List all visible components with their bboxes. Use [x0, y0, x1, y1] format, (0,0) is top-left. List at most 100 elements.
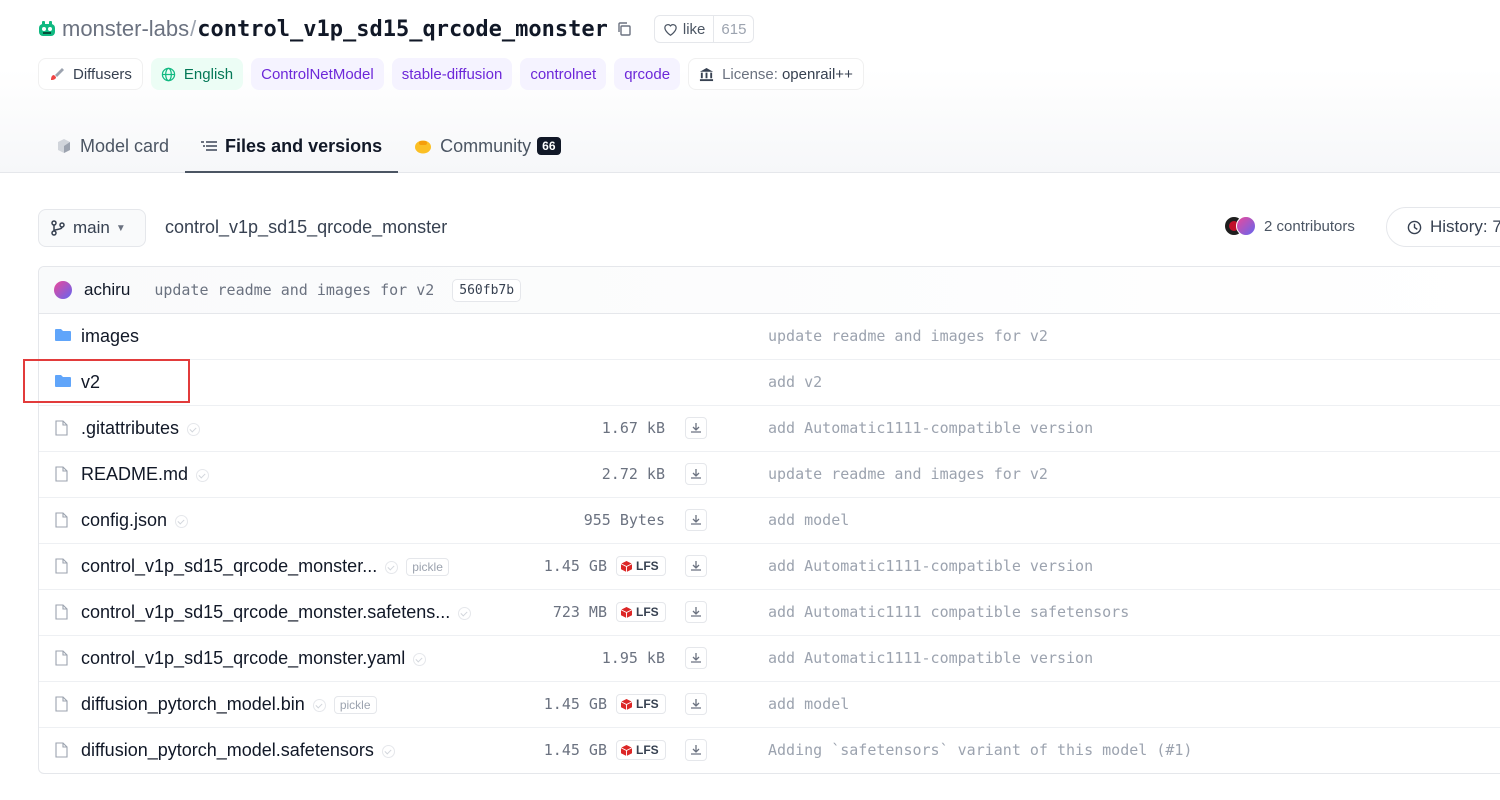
lfs-badge: LFS: [616, 602, 666, 622]
tag-controlnet[interactable]: controlnet: [520, 58, 607, 90]
file-name[interactable]: v2: [81, 372, 100, 393]
lfs-icon: [621, 744, 632, 756]
file-name[interactable]: diffusion_pytorch_model.safetensors: [81, 740, 395, 761]
download-icon[interactable]: [685, 417, 707, 439]
branch-icon: [51, 220, 65, 236]
file-name[interactable]: config.json: [81, 510, 189, 531]
copy-icon[interactable]: [616, 21, 632, 37]
like-count: 615: [713, 16, 753, 42]
breadcrumb: control_v1p_sd15_qrcode_monster: [165, 217, 448, 237]
tag-qrcode[interactable]: qrcode: [614, 58, 681, 90]
repo-name[interactable]: control_v1p_sd15_qrcode_monster: [197, 17, 608, 42]
commit-message[interactable]: add Automatic1111 compatible safetensors: [768, 603, 1129, 621]
lfs-badge: LFS: [616, 694, 666, 714]
file-name[interactable]: images: [81, 326, 139, 347]
file-icon: [55, 466, 68, 482]
contributor-avatars: [1224, 216, 1258, 236]
file-row[interactable]: control_v1p_sd15_qrcode_monster... pickle…: [39, 544, 1500, 590]
file-name[interactable]: .gitattributes: [81, 418, 201, 439]
tag-model-type[interactable]: ControlNetModel: [251, 58, 384, 90]
tag-list: Diffusers English ControlNetModel stable…: [38, 58, 864, 90]
bank-icon: [699, 67, 714, 82]
folder-icon: [55, 328, 71, 342]
file-row[interactable]: .gitattributes 1.67 kB add Automatic1111-c…: [39, 406, 1500, 452]
file-row[interactable]: diffusion_pytorch_model.safetensors 1.45 …: [39, 728, 1500, 773]
file-name[interactable]: control_v1p_sd15_qrcode_monster.safetens…: [81, 602, 472, 623]
folder-icon: [55, 374, 71, 388]
tab-label: Community: [440, 135, 532, 156]
pickle-badge[interactable]: pickle: [406, 558, 449, 577]
download-icon[interactable]: [685, 693, 707, 715]
safe-check-icon: [312, 698, 326, 712]
tag-diffusers[interactable]: Diffusers: [38, 58, 143, 90]
branch-name: main: [73, 218, 110, 237]
file-size: 723 MB: [552, 603, 607, 621]
download-icon[interactable]: [685, 739, 707, 761]
folder-row[interactable]: images update readme and images for v2: [39, 314, 1500, 360]
history-button[interactable]: History: 7: [1386, 207, 1500, 247]
list-icon: [201, 139, 218, 153]
last-commit-row: achiru update readme and images for v2 5…: [39, 267, 1500, 314]
download-icon[interactable]: [685, 555, 707, 577]
tab-files-and-versions[interactable]: Files and versions: [185, 120, 399, 173]
file-name[interactable]: control_v1p_sd15_qrcode_monster... pickle: [81, 556, 449, 577]
commit-message[interactable]: update readme and images for v2: [154, 281, 434, 299]
file-name[interactable]: diffusion_pytorch_model.bin pickle: [81, 694, 377, 715]
avatar: [54, 281, 72, 299]
safe-check-icon: [458, 606, 472, 620]
lfs-badge: LFS: [616, 556, 666, 576]
file-size: 1.95 kB: [601, 649, 665, 667]
download-icon[interactable]: [685, 463, 707, 485]
clock-icon: [1407, 220, 1422, 235]
file-row[interactable]: README.md 2.72 kB update readme and images…: [39, 452, 1500, 498]
download-icon[interactable]: [685, 647, 707, 669]
file-name[interactable]: README.md: [81, 464, 210, 485]
commit-message[interactable]: add model: [768, 695, 849, 713]
download-icon[interactable]: [685, 601, 707, 623]
file-row[interactable]: control_v1p_sd15_qrcode_monster.yaml 1.95…: [39, 636, 1500, 682]
commit-message[interactable]: add model: [768, 511, 849, 529]
commit-hash[interactable]: 560fb7b: [452, 278, 522, 302]
file-list: images update readme and images for v2 v2 a…: [39, 314, 1500, 773]
file-icon: [55, 742, 68, 758]
file-name[interactable]: control_v1p_sd15_qrcode_monster.yaml: [81, 648, 427, 669]
tag-stable-diffusion[interactable]: stable-diffusion: [391, 58, 513, 90]
commit-message[interactable]: add Automatic1111-compatible version: [768, 649, 1093, 667]
community-count-badge: 66: [537, 137, 561, 155]
tab-community[interactable]: Community 66: [398, 120, 576, 172]
like-button[interactable]: like 615: [653, 15, 755, 43]
lfs-icon: [621, 606, 632, 618]
lfs-icon: [621, 698, 632, 710]
org-name[interactable]: monster-labs: [62, 16, 189, 42]
commit-message[interactable]: add Automatic1111-compatible version: [768, 557, 1093, 575]
safe-check-icon: [413, 652, 427, 666]
tag-language[interactable]: English: [150, 58, 244, 90]
tab-model-card[interactable]: Model card: [40, 120, 185, 172]
folder-row[interactable]: v2 add v2: [39, 360, 1500, 406]
globe-icon: [161, 67, 176, 82]
file-icon: [55, 420, 68, 436]
file-size: 1.67 kB: [601, 419, 665, 437]
repo-header: monster-labs / control_v1p_sd15_qrcode_m…: [0, 0, 1500, 173]
file-row[interactable]: config.json 955 Bytes add model: [39, 498, 1500, 544]
commit-message[interactable]: add v2: [768, 373, 822, 391]
safe-check-icon: [187, 422, 201, 436]
path-separator: /: [190, 16, 197, 41]
commit-author[interactable]: achiru: [84, 280, 130, 300]
commit-message[interactable]: update readme and images for v2: [768, 327, 1048, 345]
commit-message[interactable]: update readme and images for v2: [768, 465, 1048, 483]
safe-check-icon: [175, 514, 189, 528]
license-key: License:: [722, 65, 778, 83]
commit-message[interactable]: add Automatic1111-compatible version: [768, 419, 1093, 437]
license-value: openrail++: [781, 65, 853, 83]
branch-selector[interactable]: main ▼: [38, 209, 146, 247]
commit-message[interactable]: Adding `safetensors` variant of this mod…: [768, 741, 1192, 759]
download-icon[interactable]: [685, 509, 707, 531]
safe-check-icon: [385, 560, 399, 574]
contributors-link[interactable]: 2 contributors: [1224, 216, 1355, 236]
tag-license[interactable]: License: openrail++: [688, 58, 864, 90]
pickle-badge[interactable]: pickle: [333, 696, 377, 715]
file-row[interactable]: diffusion_pytorch_model.bin pickle 1.45 GB…: [39, 682, 1500, 728]
repo-tabs: Model card Files and versions Community …: [40, 120, 577, 173]
file-row[interactable]: control_v1p_sd15_qrcode_monster.safetens…: [39, 590, 1500, 636]
